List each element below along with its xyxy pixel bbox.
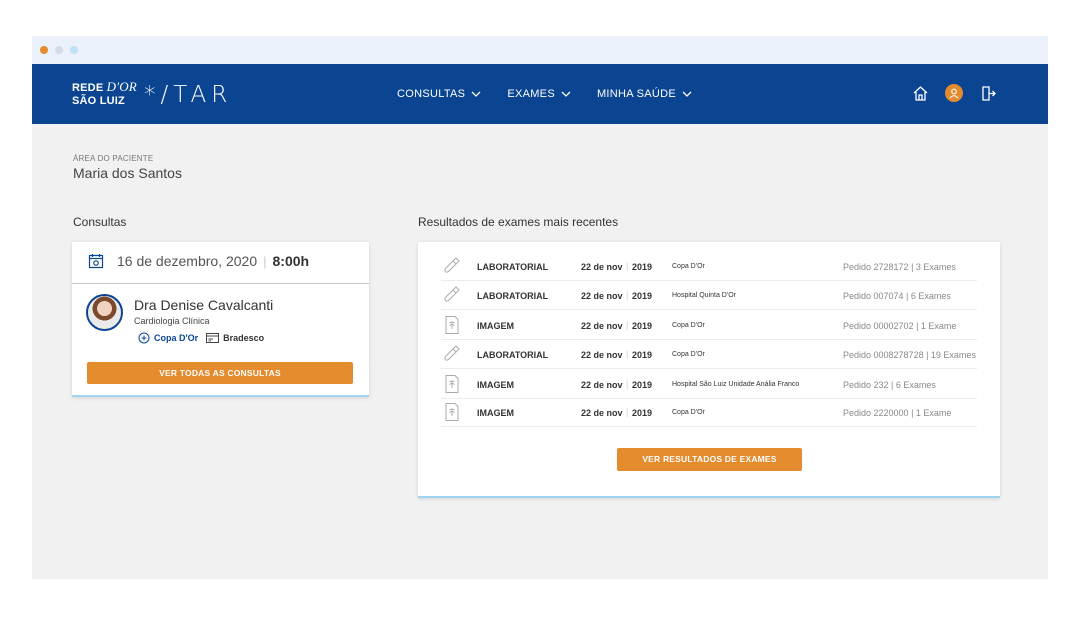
exam-hospital: Hospital São Luiz Unidade Anália Franco — [672, 381, 800, 388]
exam-type: IMAGEM — [477, 380, 514, 390]
exam-row[interactable]: IMAGEM 22 de nov | 2019 Hospital São Luiz Un… — [441, 370, 977, 399]
logo-saoluiz-text: SÃO LUIZ — [72, 95, 125, 107]
exam-type: LABORATORIAL — [477, 262, 549, 272]
date-separator: | — [626, 407, 629, 417]
rede-dor-logo[interactable]: REDE D'OR SÃO LUIZ — [72, 80, 137, 108]
doctor-avatar — [86, 294, 123, 331]
window-titlebar — [32, 36, 1048, 64]
exames-card: LABORATORIAL 22 de nov | 2019 Copa D'Or Pedid… — [418, 242, 1000, 498]
test-tube-icon — [443, 256, 461, 276]
ver-resultados-exames-button[interactable]: VER RESULTADOS DE EXAMES — [617, 448, 802, 471]
date-separator: | — [626, 349, 629, 359]
test-tube-icon — [443, 285, 461, 305]
exam-date: 22 de nov — [581, 321, 623, 331]
exam-type: IMAGEM — [477, 321, 514, 331]
browser-window: REDE D'OR SÃO LUIZ */TAR CONSULTAS EXAME… — [32, 36, 1048, 579]
exam-date: 22 de nov — [581, 262, 623, 272]
exam-row[interactable]: IMAGEM 22 de nov | 2019 Copa D'Or Pedido 2220… — [441, 398, 977, 427]
nav-exames[interactable]: EXAMES — [507, 88, 571, 100]
nav-exames-label: EXAMES — [507, 88, 555, 100]
exames-section-title: Resultados de exames mais recentes — [418, 215, 619, 229]
chevron-down-icon — [682, 91, 692, 97]
nav-consultas[interactable]: CONSULTAS — [397, 88, 481, 100]
appointment-time: 8:00h — [272, 253, 310, 269]
top-navbar: REDE D'OR SÃO LUIZ */TAR CONSULTAS EXAME… — [32, 64, 1048, 124]
exam-order-info: Pedido 0008278728 | 19 Exames — [843, 350, 976, 360]
date-separator: | — [263, 253, 267, 269]
chevron-down-icon — [561, 91, 571, 97]
date-separator: | — [626, 379, 629, 389]
consultas-section-title: Consultas — [73, 215, 127, 229]
exam-order-info: Pedido 2220000 | 1 Exame — [843, 408, 952, 418]
patient-area-label: ÁREA DO PACIENTE — [73, 154, 154, 163]
exam-hospital: Copa D'Or — [672, 409, 705, 416]
exam-year: 2019 — [632, 291, 653, 301]
doctor-name: Dra Denise Cavalcanti — [134, 297, 274, 313]
nav-minha-saude[interactable]: MINHA SAÚDE — [597, 88, 692, 100]
xray-icon — [443, 315, 461, 335]
main-menu: CONSULTAS EXAMES MINHA SAÚDE — [397, 64, 692, 124]
date-separator: | — [626, 261, 629, 271]
patient-name: Maria dos Santos — [73, 165, 182, 181]
date-separator: | — [626, 290, 629, 300]
window-maximize-dot[interactable] — [70, 46, 78, 54]
exam-type: IMAGEM — [477, 408, 514, 418]
navbar-actions — [910, 83, 998, 103]
hospital-pin-icon — [138, 332, 150, 344]
exam-hospital: Copa D'Or — [672, 351, 705, 358]
appointment-date: 16 de dezembro, 2020 — [117, 253, 258, 269]
nav-consultas-label: CONSULTAS — [397, 88, 466, 100]
exam-date: 22 de nov — [581, 291, 623, 301]
nav-minha-saude-label: MINHA SAÚDE — [596, 88, 677, 100]
calendar-icon — [88, 254, 104, 269]
logout-icon[interactable] — [978, 83, 998, 103]
exam-date: 22 de nov — [581, 350, 623, 360]
exam-date: 22 de nov — [581, 408, 623, 418]
exam-order-info: Pedido 2728172 | 3 Exames — [843, 262, 956, 272]
logo-rede-text: REDE — [72, 82, 104, 94]
exam-order-info: Pedido 232 | 6 Exames — [843, 380, 936, 390]
window-close-dot[interactable] — [40, 46, 48, 54]
exam-year: 2019 — [632, 321, 653, 331]
exam-hospital: Copa D'Or — [672, 263, 705, 270]
exam-type: LABORATORIAL — [477, 291, 549, 301]
user-avatar-icon[interactable] — [944, 83, 964, 103]
appointment-datetime: 16 de dezembro, 2020 | 8:00h — [88, 253, 309, 269]
home-icon[interactable] — [910, 83, 930, 103]
chevron-down-icon — [471, 91, 481, 97]
appointment-meta: Copa D'Or Bradesco — [138, 332, 264, 344]
xray-icon — [443, 402, 461, 422]
exam-order-info: Pedido 00002702 | 1 Exame — [843, 321, 957, 331]
divider — [72, 283, 369, 284]
insurance-card-icon — [206, 333, 220, 343]
exam-row[interactable]: IMAGEM 22 de nov | 2019 Copa D'Or Pedido 0000… — [441, 311, 977, 340]
test-tube-icon — [443, 344, 461, 364]
logo-dor-text: D'OR — [106, 79, 137, 94]
xray-icon — [443, 374, 461, 394]
star-logo[interactable]: */TAR — [144, 82, 232, 108]
exam-type: LABORATORIAL — [477, 350, 549, 360]
ver-todas-consultas-button[interactable]: VER TODAS AS CONSULTAS — [87, 362, 353, 384]
exam-year: 2019 — [632, 262, 653, 272]
exam-row[interactable]: LABORATORIAL 22 de nov | 2019 Hospital Quint… — [441, 281, 977, 310]
exam-date: 22 de nov — [581, 380, 623, 390]
exam-row[interactable]: LABORATORIAL 22 de nov | 2019 Copa D'Or Pedid… — [441, 252, 977, 281]
date-separator: | — [626, 320, 629, 330]
exam-row[interactable]: LABORATORIAL 22 de nov | 2019 Copa D'Or Pedid… — [441, 340, 977, 369]
exam-hospital: Copa D'Or — [672, 322, 705, 329]
exam-order-info: Pedido 007074 | 6 Exames — [843, 291, 951, 301]
appointment-plan: Bradesco — [223, 333, 265, 343]
exam-year: 2019 — [632, 350, 653, 360]
appointment-hospital: Copa D'Or — [154, 333, 199, 343]
consultas-card: 16 de dezembro, 2020 | 8:00h Dra Denise … — [72, 242, 369, 397]
exam-hospital: Hospital Quinta D'Or — [672, 292, 736, 299]
doctor-specialty: Cardiologia Clínica — [134, 316, 210, 326]
exam-year: 2019 — [632, 380, 653, 390]
exam-year: 2019 — [632, 408, 653, 418]
window-minimize-dot[interactable] — [55, 46, 63, 54]
